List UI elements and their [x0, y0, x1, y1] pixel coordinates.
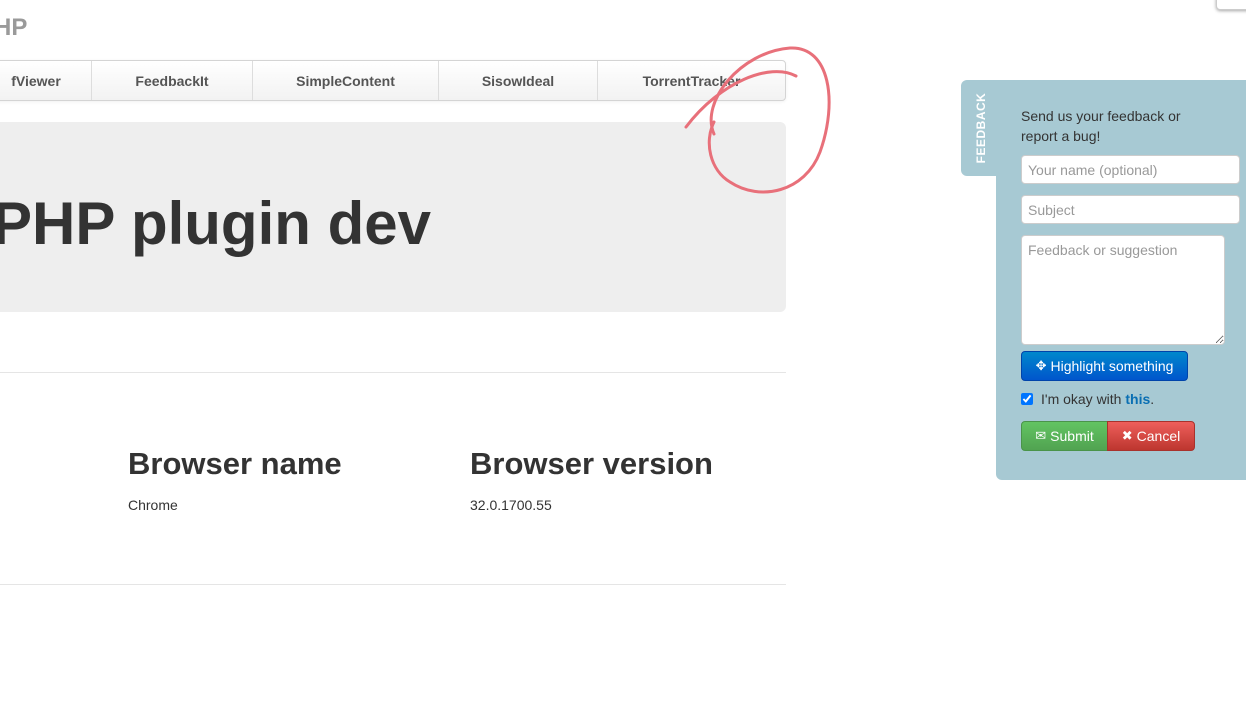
nav-item-feedbackit[interactable]: FeedbackIt [92, 61, 253, 100]
section-divider [0, 372, 786, 373]
hero-title: PHP plugin dev [0, 190, 431, 257]
corner-widget[interactable] [1216, 0, 1246, 10]
consent-link[interactable]: this [1125, 391, 1150, 407]
site-brand[interactable]: HP [0, 14, 27, 42]
x-icon: ✖ [1121, 428, 1133, 443]
browser-name-value: Chrome [128, 497, 178, 513]
nav-item-sisowideal[interactable]: SisowIdeal [439, 61, 598, 100]
browser-version-value: 32.0.1700.55 [470, 497, 552, 513]
plugin-navbar: fViewer FeedbackIt SimpleContent SisowId… [0, 60, 786, 101]
browser-version-heading: Browser version [470, 446, 713, 481]
section-divider [0, 584, 786, 585]
nav-item-simplecontent[interactable]: SimpleContent [253, 61, 439, 100]
highlight-button-label: Highlight something [1050, 358, 1174, 374]
feedback-tab[interactable]: FEEDBACK [961, 80, 1001, 176]
submit-button-label: Submit [1050, 428, 1094, 444]
browser-name-heading: Browser name [128, 446, 342, 481]
submit-button[interactable]: ✉ Submit [1021, 421, 1108, 451]
feedback-message-textarea[interactable] [1021, 235, 1225, 345]
consent-text: I'm okay with [1041, 391, 1122, 407]
consent-checkbox[interactable] [1021, 393, 1033, 405]
crosshair-icon: ✥ [1035, 358, 1047, 373]
cancel-button-label: Cancel [1136, 428, 1181, 444]
feedback-intro: Send us your feedback or report a bug! [1021, 108, 1181, 144]
feedback-subject-input[interactable] [1021, 195, 1240, 224]
consent-row: I'm okay with this. [1021, 391, 1154, 407]
hero-unit: PHP plugin dev [0, 122, 786, 312]
feedback-tab-label: FEEDBACK [974, 92, 988, 164]
nav-item-fviewer[interactable]: fViewer [0, 61, 92, 100]
highlight-button[interactable]: ✥ Highlight something [1021, 351, 1188, 381]
cancel-button[interactable]: ✖ Cancel [1107, 421, 1195, 451]
nav-item-torrenttracker[interactable]: TorrentTracker [598, 61, 785, 100]
feedback-name-input[interactable] [1021, 155, 1240, 184]
feedback-panel: Send us your feedback or report a bug! ✥… [996, 80, 1246, 480]
envelope-icon: ✉ [1035, 428, 1047, 443]
consent-suffix: . [1150, 391, 1155, 407]
